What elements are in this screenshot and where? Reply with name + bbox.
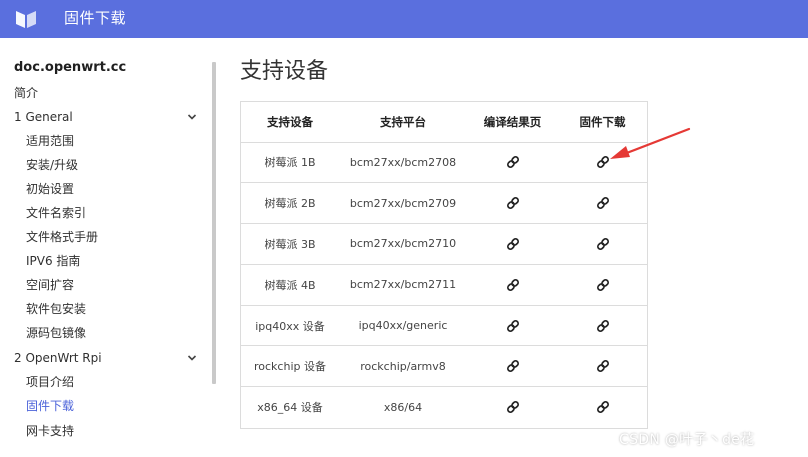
sidebar-item-project-intro[interactable]: 项目介绍 (26, 374, 74, 390)
device-cell: rockchip 设备 (241, 345, 339, 388)
sidebar-item-scope[interactable]: 适用范围 (26, 133, 74, 149)
build-result-link-cell (467, 345, 558, 388)
link-icon[interactable] (506, 319, 520, 332)
table-header-row: 支持设备 支持平台 编译结果页 固件下载 (241, 102, 647, 143)
sidebar-scrollbar[interactable] (212, 62, 216, 384)
build-result-link-cell (467, 264, 558, 306)
build-result-link-cell (467, 182, 558, 225)
build-result-link-cell (467, 387, 558, 428)
table-row: x86_64 设备 x86/64 (241, 387, 647, 428)
firmware-download-link-cell (558, 182, 647, 225)
watermark: CSDN @叶子丶de花 (619, 432, 755, 448)
platform-cell: x86/64 (383, 400, 423, 414)
link-icon[interactable] (596, 359, 610, 373)
link-icon[interactable] (506, 400, 520, 414)
link-icon[interactable] (596, 400, 610, 414)
sidebar-item-ipv6-guide[interactable]: IPV6 指南 (26, 253, 80, 269)
chevron-down-icon[interactable] (187, 112, 197, 122)
link-icon[interactable] (596, 278, 610, 291)
platform-cell: bcm27xx/bcm2708 (339, 142, 467, 184)
link-icon[interactable] (506, 359, 520, 373)
platform-cell: rockchip/armv8 (339, 345, 467, 388)
table-row: ipq40xx 设备 ipq40xx/generic (241, 305, 647, 347)
column-header-build-result: 编译结果页 (467, 102, 558, 143)
device-cell: 树莓派 2B (241, 182, 339, 225)
sidebar-item-filename-index[interactable]: 文件名索引 (26, 205, 86, 221)
platform-cell: ipq40xx/generic (339, 305, 467, 347)
platform-cell: bcm27xx/bcm2710 (339, 223, 467, 265)
sidebar-item-source-mirror[interactable]: 源码包镜像 (26, 325, 86, 341)
device-cell: ipq40xx 设备 (241, 305, 339, 347)
sidebar-item-intro[interactable]: 简介 (14, 85, 38, 101)
column-header-device: 支持设备 (241, 102, 339, 143)
app-title: 固件下载 (64, 9, 127, 27)
sidebar-item-file-format-manual[interactable]: 文件格式手册 (26, 229, 98, 245)
link-icon[interactable] (506, 196, 520, 210)
firmware-download-link-cell (558, 345, 647, 388)
firmware-download-link-cell (558, 387, 647, 428)
link-icon[interactable] (506, 278, 520, 291)
sidebar-item-install-upgrade[interactable]: 安装/升级 (26, 157, 78, 173)
sidebar-item-openwrt-rpi[interactable]: 2 OpenWrt Rpi (14, 350, 102, 366)
link-icon[interactable] (596, 319, 610, 332)
platform-cell: bcm27xx/bcm2709 (339, 182, 467, 225)
site-name[interactable]: doc.openwrt.cc (14, 60, 126, 75)
build-result-link-cell (467, 223, 558, 265)
link-icon[interactable] (596, 196, 610, 210)
page-title: 支持设备 (240, 59, 329, 84)
table-row: 树莓派 3B bcm27xx/bcm2710 (241, 223, 647, 265)
sidebar-item-initial-setup[interactable]: 初始设置 (26, 181, 74, 197)
device-cell: 树莓派 3B (241, 223, 339, 265)
sidebar-item-nic-support[interactable]: 网卡支持 (26, 423, 74, 439)
device-cell: x86_64 设备 (257, 401, 323, 415)
firmware-download-link-cell (558, 264, 647, 306)
sidebar-item-package-install[interactable]: 软件包安装 (26, 301, 86, 317)
sidebar-item-general[interactable]: 1 General (14, 109, 73, 125)
device-cell: 树莓派 1B (241, 142, 339, 184)
link-icon[interactable] (506, 155, 520, 169)
sidebar-item-space-expand[interactable]: 空间扩容 (26, 277, 74, 293)
table-row: 树莓派 2B bcm27xx/bcm2709 (241, 182, 647, 225)
table-row: 树莓派 4B bcm27xx/bcm2711 (241, 264, 647, 306)
devices-table: 支持设备 支持平台 编译结果页 固件下载 树莓派 1B bcm27xx/bcm27… (240, 101, 648, 429)
firmware-download-link-cell (558, 305, 647, 347)
build-result-link-cell (467, 305, 558, 347)
build-result-link-cell (467, 142, 558, 184)
openwrt-book-icon[interactable] (15, 9, 37, 29)
device-cell: 树莓派 4B (241, 264, 339, 306)
link-icon[interactable] (596, 237, 610, 250)
platform-cell: bcm27xx/bcm2711 (339, 264, 467, 306)
link-icon[interactable] (506, 237, 520, 250)
sidebar-item-firmware-download[interactable]: 固件下载 (26, 398, 74, 414)
table-row: 树莓派 1B bcm27xx/bcm2708 (241, 142, 647, 184)
top-app-bar: 固件下载 (0, 0, 808, 38)
column-header-platform: 支持平台 (339, 102, 467, 143)
chevron-down-icon[interactable] (187, 353, 197, 363)
annotation-arrow (610, 127, 691, 159)
table-row: rockchip 设备 rockchip/armv8 (241, 345, 647, 388)
firmware-download-link-cell (558, 223, 647, 265)
